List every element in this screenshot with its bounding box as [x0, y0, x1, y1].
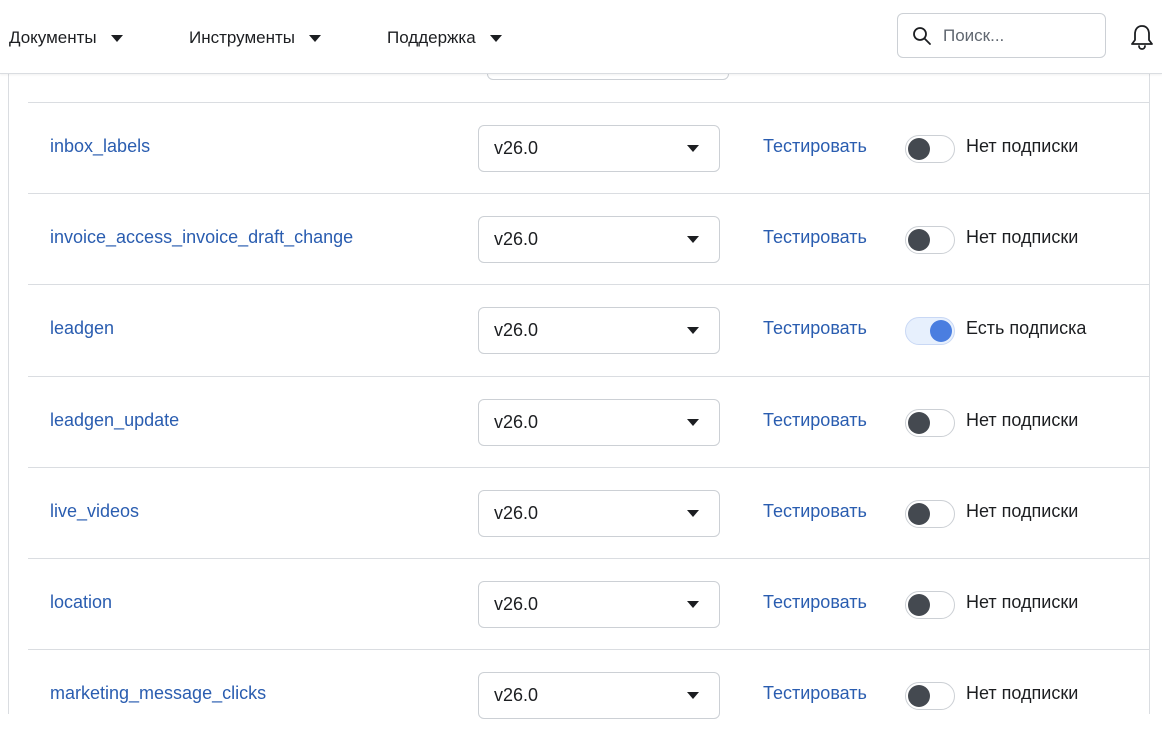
- subscription-status: Нет подписки: [966, 592, 1079, 612]
- test-button[interactable]: Тестировать: [763, 410, 867, 431]
- version-value: v26.0: [494, 138, 539, 158]
- subscription-toggle[interactable]: [905, 682, 955, 710]
- search-input[interactable]: [941, 24, 1095, 47]
- caret-down-icon: [309, 34, 322, 42]
- version-select[interactable]: v26.0: [478, 490, 720, 537]
- version-value: v26.0: [494, 594, 539, 614]
- toggle-knob: [908, 594, 930, 616]
- version-select[interactable]: v26.0: [478, 399, 720, 446]
- field-name-link[interactable]: location: [50, 592, 112, 613]
- caret-down-icon: [687, 419, 699, 426]
- table-row: leadgen_update v26.0 Тестировать Нет под…: [28, 376, 1150, 467]
- field-name-link[interactable]: live_videos: [50, 501, 139, 522]
- caret-down-icon: [687, 601, 699, 608]
- bell-icon[interactable]: [1128, 22, 1156, 52]
- subscription-toggle[interactable]: [905, 591, 955, 619]
- toggle-knob: [908, 138, 930, 160]
- table-row: leadgen v26.0 Тестировать Есть подписка: [28, 284, 1150, 375]
- nav-documents-menu[interactable]: Документы: [9, 25, 123, 51]
- version-select[interactable]: v26.0: [478, 216, 720, 263]
- search-icon: [913, 26, 931, 45]
- toggle-knob: [930, 320, 952, 342]
- subscription-status: Нет подписки: [966, 410, 1079, 430]
- caret-down-icon: [687, 510, 699, 517]
- table-row: marketing_message_clicks v26.0 Тестирова…: [28, 649, 1150, 740]
- top-navigation-bar: Документы Инструменты Поддержка: [0, 0, 1162, 74]
- caret-down-icon: [687, 236, 699, 243]
- field-name-link[interactable]: leadgen: [50, 318, 114, 339]
- version-select[interactable]: v26.0: [478, 307, 720, 354]
- subscription-toggle[interactable]: [905, 135, 955, 163]
- version-value: v26.0: [494, 685, 539, 705]
- table-row: location v26.0 Тестировать Нет подписки: [28, 558, 1150, 649]
- test-button[interactable]: Тестировать: [763, 227, 867, 248]
- table-row: invoice_access_invoice_draft_change v26.…: [28, 193, 1150, 284]
- nav-support-menu[interactable]: Поддержка: [387, 25, 502, 51]
- subscription-status: Нет подписки: [966, 501, 1079, 521]
- toggle-knob: [908, 503, 930, 525]
- subscription-status: Есть подписка: [966, 318, 1087, 338]
- subscription-status: Нет подписки: [966, 683, 1079, 703]
- subscription-toggle[interactable]: [905, 317, 955, 345]
- toggle-knob: [908, 685, 930, 707]
- field-name-link[interactable]: invoice_access_invoice_draft_change: [50, 227, 353, 248]
- version-select[interactable]: v26.0: [478, 125, 720, 172]
- version-value: v26.0: [494, 503, 539, 523]
- table-row: live_videos v26.0 Тестировать Нет подпис…: [28, 467, 1150, 558]
- nav-tools-menu[interactable]: Инструменты: [189, 25, 322, 51]
- toggle-knob: [908, 229, 930, 251]
- subscription-toggle[interactable]: [905, 409, 955, 437]
- test-button[interactable]: Тестировать: [763, 318, 867, 339]
- nav-tools-label: Инструменты: [189, 28, 296, 47]
- field-name-link[interactable]: inbox_labels: [50, 136, 150, 157]
- test-button[interactable]: Тестировать: [763, 592, 867, 613]
- caret-down-icon: [687, 692, 699, 699]
- subscription-status: Нет подписки: [966, 136, 1079, 156]
- search-box: [897, 13, 1106, 58]
- caret-down-icon: [489, 34, 502, 42]
- caret-down-icon: [110, 34, 123, 42]
- nav-support-label: Поддержка: [387, 28, 476, 47]
- subscription-toggle[interactable]: [905, 500, 955, 528]
- version-value: v26.0: [494, 320, 539, 340]
- version-select[interactable]: v26.0: [478, 672, 720, 719]
- caret-down-icon: [687, 145, 699, 152]
- test-button[interactable]: Тестировать: [763, 683, 867, 704]
- version-value: v26.0: [494, 229, 539, 249]
- toggle-knob: [908, 412, 930, 434]
- subscription-status: Нет подписки: [966, 227, 1079, 247]
- test-button[interactable]: Тестировать: [763, 136, 867, 157]
- nav-documents-label: Документы: [9, 28, 97, 47]
- version-select[interactable]: v26.0: [478, 581, 720, 628]
- caret-down-icon: [687, 327, 699, 334]
- subscription-toggle[interactable]: [905, 226, 955, 254]
- field-name-link[interactable]: marketing_message_clicks: [50, 683, 266, 704]
- field-name-link[interactable]: leadgen_update: [50, 410, 179, 431]
- table-row: inbox_labels v26.0 Тестировать Нет подпи…: [28, 102, 1150, 193]
- test-button[interactable]: Тестировать: [763, 501, 867, 522]
- version-value: v26.0: [494, 412, 539, 432]
